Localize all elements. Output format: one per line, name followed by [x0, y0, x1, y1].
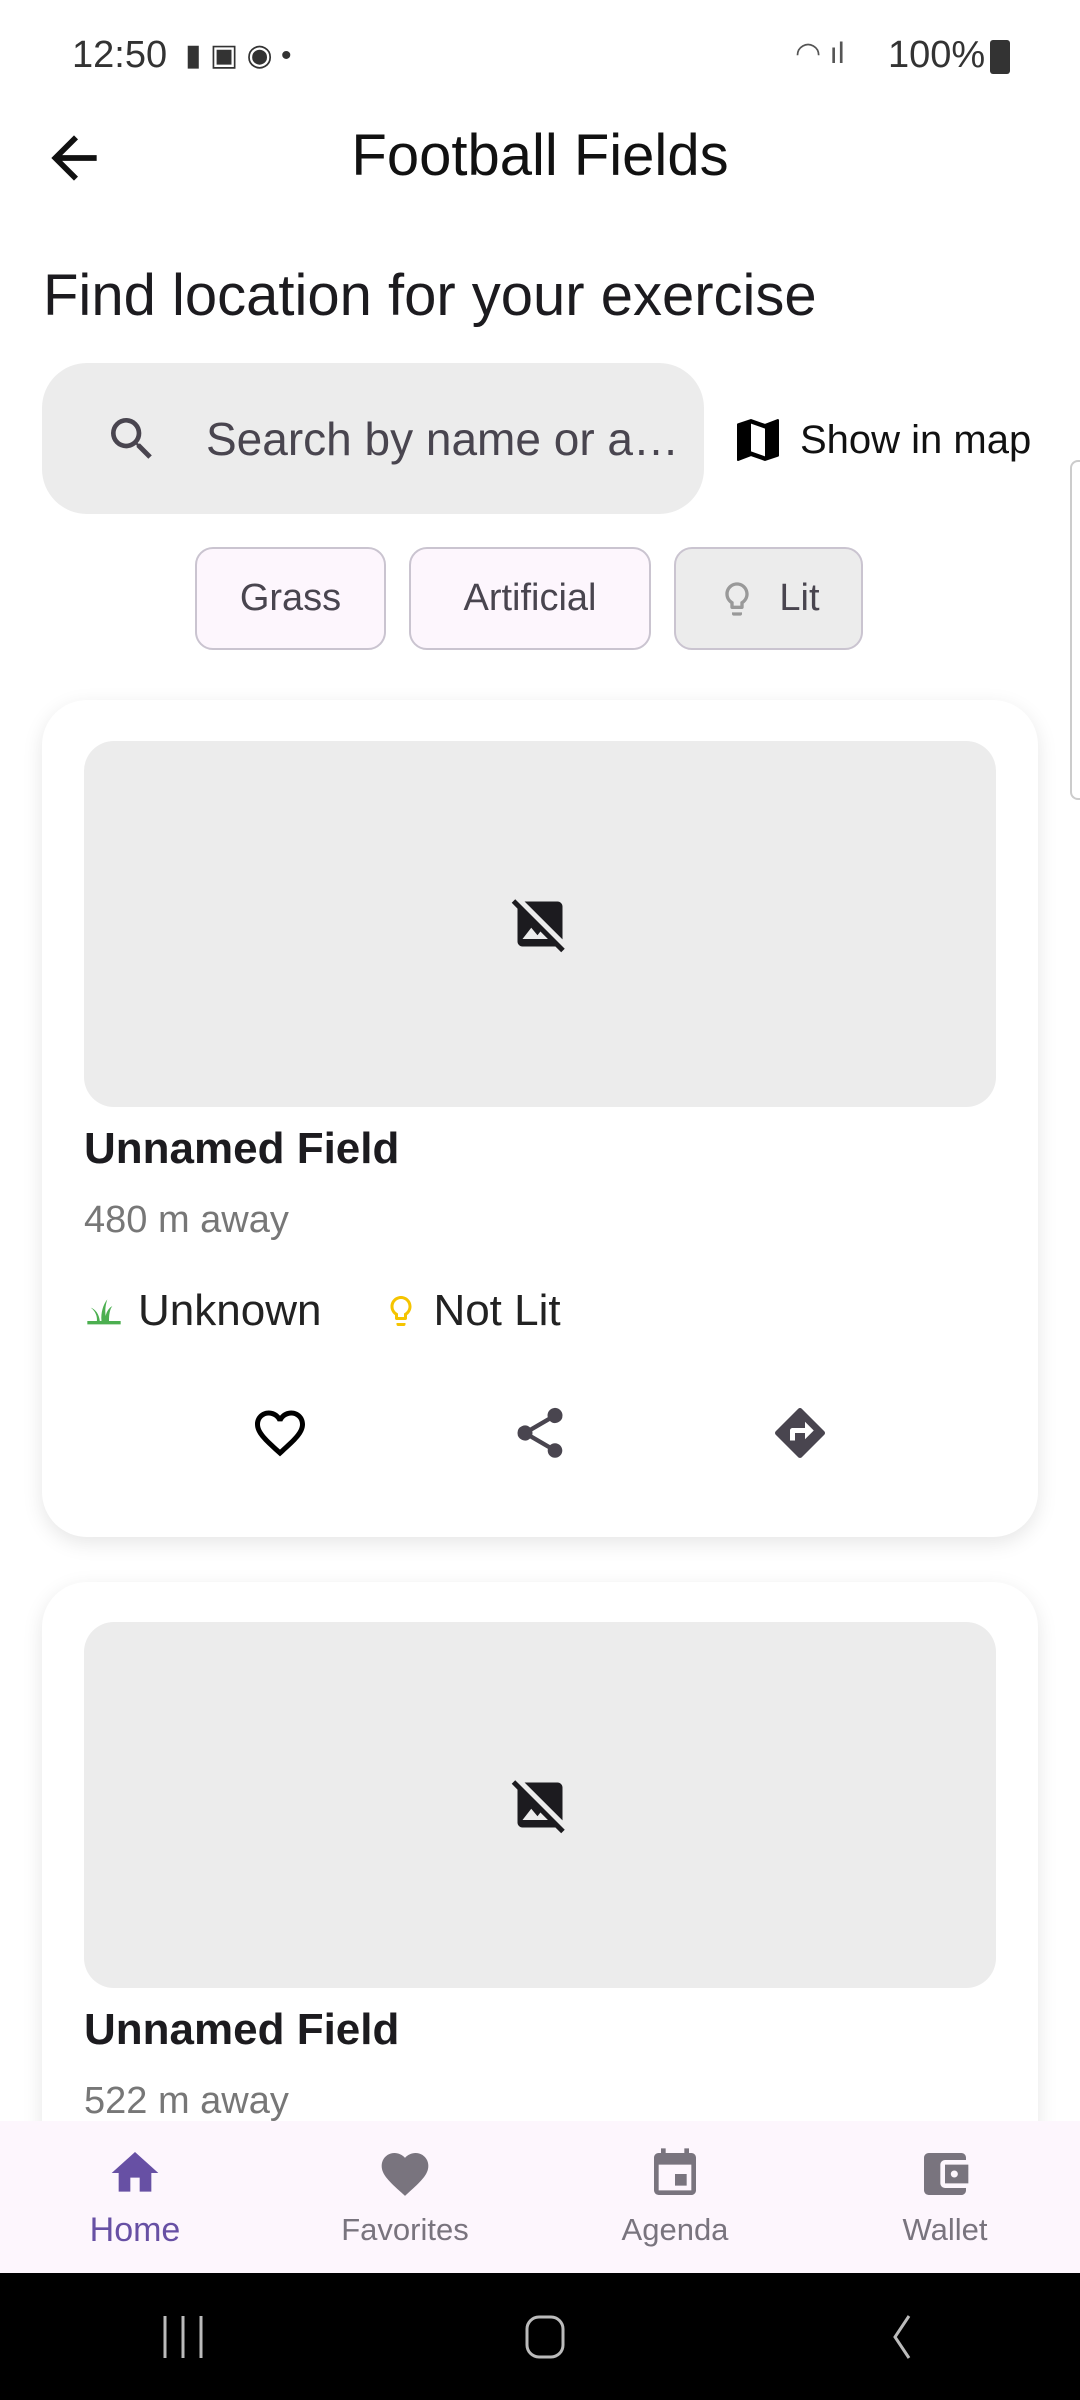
heart-icon — [381, 2153, 429, 2196]
lightbulb-icon — [390, 1296, 412, 1326]
search-icon — [111, 417, 152, 459]
show-in-map-label: Show in map — [800, 417, 1032, 462]
field-image-placeholder — [84, 1622, 996, 1988]
favorite-button[interactable] — [235, 1388, 325, 1478]
share-button[interactable] — [495, 1388, 585, 1478]
status-time: 12:50 — [72, 34, 168, 76]
map-icon — [737, 419, 779, 461]
nav-favorites[interactable]: Favorites — [270, 2121, 540, 2273]
nav-label: Wallet — [902, 2212, 988, 2247]
field-name: Unnamed Field — [84, 1124, 400, 1173]
back-system-icon[interactable] — [877, 2312, 927, 2362]
calendar-icon — [654, 2148, 696, 2195]
filter-chip-grass[interactable]: Grass — [195, 547, 386, 650]
nav-label: Agenda — [621, 2212, 729, 2247]
field-name: Unnamed Field — [84, 2005, 400, 2054]
battery-level: 100% — [888, 34, 986, 76]
filter-chip-artificial[interactable]: Artificial — [409, 547, 651, 650]
share-icon — [517, 1407, 563, 1458]
nav-label: Favorites — [341, 2212, 469, 2247]
lightbulb-icon — [725, 581, 750, 616]
notification-icons: ▮ ▣ ◉ • — [185, 39, 292, 72]
filter-chip-lit[interactable]: Lit — [674, 547, 863, 650]
directions-icon — [775, 1407, 826, 1458]
nav-wallet[interactable]: Wallet — [810, 2121, 1080, 2273]
nav-label: Home — [89, 2210, 181, 2249]
nav-home[interactable]: Home — [0, 2121, 270, 2273]
chip-label: Artificial — [463, 577, 597, 619]
search-field[interactable] — [42, 363, 704, 514]
scrollbar-handle[interactable] — [1070, 460, 1080, 800]
directions-button[interactable] — [755, 1388, 845, 1478]
home-icon — [111, 2151, 159, 2192]
chip-label: Grass — [239, 577, 342, 619]
image-not-supported-icon — [511, 1780, 565, 1834]
page-title: Football Fields — [351, 123, 729, 188]
section-heading: Find location for your exercise — [43, 263, 817, 328]
home-system-icon[interactable] — [520, 2312, 570, 2362]
show-in-map-button[interactable]: Show in map — [730, 400, 1031, 480]
wallet-icon — [924, 2153, 969, 2195]
field-distance: 522 m away — [84, 2080, 289, 2122]
search-input[interactable] — [206, 411, 686, 466]
field-image-placeholder — [84, 741, 996, 1107]
image-not-supported-icon — [511, 899, 565, 953]
chip-label: Lit — [779, 577, 820, 619]
heart-outline-icon — [255, 1410, 305, 1457]
surface-type: Unknown — [138, 1286, 322, 1335]
status-bar: 12:50 ▮ ▣ ◉ • ◠ ıl 100% — [0, 0, 1080, 110]
field-card[interactable]: Unnamed Field 480 m away Unknown Not Lit — [42, 700, 1038, 1537]
recent-apps-icon[interactable] — [153, 2312, 213, 2362]
lighting-status: Not Lit — [433, 1286, 561, 1335]
wifi-signal-icon: ◠ ıl — [795, 37, 845, 70]
battery-icon — [990, 40, 1010, 74]
nav-agenda[interactable]: Agenda — [540, 2121, 810, 2273]
system-navigation-bar — [0, 2273, 1080, 2400]
grass-icon — [87, 1299, 121, 1325]
field-distance: 480 m away — [84, 1199, 289, 1241]
bottom-navigation: Home Favorites Agenda Wallet — [0, 2121, 1080, 2273]
